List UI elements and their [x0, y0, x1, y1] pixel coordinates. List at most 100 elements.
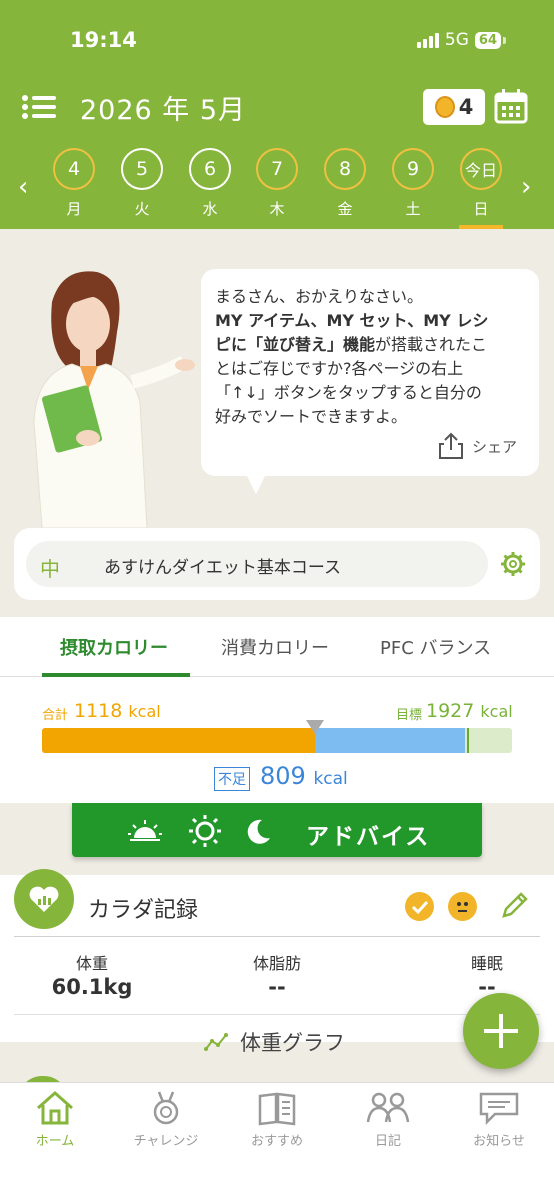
check-icon[interactable] — [405, 892, 434, 921]
tab-home-label: ホーム — [35, 1134, 75, 1149]
tab-pfc-balance[interactable]: PFC バランス — [380, 634, 491, 660]
month-title[interactable]: 2026 年 5月 — [80, 88, 246, 127]
shortage-unit: kcal — [313, 769, 348, 789]
advisor-line: とはご存じですか?各ページの右上 — [215, 359, 464, 378]
medal-icon — [434, 96, 455, 118]
tab-home[interactable]: ホーム — [0, 1090, 110, 1149]
current-marker-icon — [306, 720, 324, 734]
advice-label: アドバイス — [306, 824, 431, 850]
body-fat-label: 体脂肪 — [252, 954, 301, 973]
tab-intake-calories[interactable]: 摂取カロリー — [60, 634, 168, 660]
total-value: 1118 kcal — [74, 700, 161, 722]
home-icon — [37, 1090, 73, 1125]
tab-recommend[interactable]: おすすめ — [222, 1090, 332, 1149]
goal-number: 1927 — [426, 700, 475, 722]
prev-week-arrow-icon[interactable]: ‹ — [18, 172, 28, 202]
people-icon — [366, 1092, 410, 1123]
day-weekday: 火 — [134, 200, 150, 218]
line-graph-icon — [204, 1033, 228, 1051]
body-record-title: カラダ記録 — [88, 898, 199, 923]
day-weekday: 土 — [405, 200, 421, 218]
day-number: 今日 — [460, 148, 502, 190]
face-icon[interactable] — [448, 892, 477, 921]
bubble-tail — [244, 470, 268, 494]
plus-icon — [484, 1014, 518, 1048]
advisor-line-bold: MY アイテム、MY セット、MY レシ — [215, 311, 489, 330]
add-button[interactable] — [463, 993, 539, 1069]
day-item-4[interactable]: 4 月 — [50, 148, 98, 219]
medal-count: 4 — [458, 95, 474, 119]
signal-icon — [416, 32, 439, 48]
tab-notifications[interactable]: お知らせ — [444, 1090, 554, 1149]
advisor-line-bold: 「並び替え」 — [247, 335, 344, 354]
menu-icon[interactable] — [22, 95, 56, 119]
tab-diary[interactable]: 日記 — [333, 1090, 443, 1149]
day-number: 8 — [324, 148, 366, 190]
goal-label: 目標 — [396, 708, 423, 723]
tab-challenge[interactable]: チャレンジ — [111, 1090, 221, 1149]
advisor-character-illustration — [33, 271, 195, 528]
shortage-number: 809 — [260, 762, 306, 790]
body-record-badge — [14, 869, 74, 929]
tab-burned-calories[interactable]: 消費カロリー — [221, 634, 329, 660]
shortage-value: 809 kcal — [260, 762, 348, 790]
advisor-line: 「↑↓」ボタンをタップすると自分の — [215, 383, 482, 402]
active-tab-indicator — [42, 673, 190, 677]
total-label: 合計 — [42, 708, 69, 723]
moon-icon — [247, 819, 270, 844]
calorie-progress-bar — [42, 728, 512, 753]
goal-tick — [467, 728, 469, 753]
day-item-8[interactable]: 8 金 — [321, 148, 369, 219]
total-number: 1118 — [74, 700, 123, 722]
shortage-badge: 不足 — [214, 767, 250, 791]
day-item-6[interactable]: 6 水 — [186, 148, 234, 219]
weight-graph-link[interactable]: 体重グラフ — [204, 1027, 345, 1057]
pencil-icon[interactable] — [500, 890, 530, 920]
day-item-5[interactable]: 5 火 — [118, 148, 166, 219]
share-label: シェア — [472, 437, 518, 456]
day-number: 4 — [53, 148, 95, 190]
day-weekday: 木 — [269, 200, 285, 218]
network-type: 5G — [444, 30, 469, 50]
battery-tip — [503, 36, 506, 44]
gear-icon[interactable] — [500, 551, 526, 577]
status-time: 19:14 — [70, 28, 137, 52]
tab-challenge-label: チャレンジ — [133, 1134, 199, 1149]
advisor-line: 好みでソートできますよ。 — [215, 407, 408, 426]
course-label: あすけんダイエット基本コース — [104, 558, 341, 578]
day-item-9[interactable]: 9 土 — [389, 148, 437, 219]
tab-diary-label: 日記 — [374, 1134, 401, 1149]
day-number: 7 — [256, 148, 298, 190]
advisor-line-bold: ピに — [215, 335, 248, 354]
sleep-label: 睡眠 — [470, 954, 503, 973]
goal-value: 1927 kcal — [426, 700, 513, 722]
shortage-fill — [315, 728, 465, 753]
body-fat-value[interactable]: -- — [217, 975, 337, 999]
calendar-icon[interactable] — [494, 88, 528, 124]
share-button[interactable]: シェア — [438, 432, 517, 460]
day-weekday: 金 — [337, 200, 353, 218]
medal-count-button[interactable]: 4 — [423, 89, 485, 125]
goal-unit: kcal — [480, 702, 513, 721]
graph-divider — [14, 1014, 540, 1015]
day-item-today[interactable]: 今日 日 — [457, 148, 505, 219]
tab-notifications-label: お知らせ — [473, 1134, 525, 1149]
body-record-divider — [14, 936, 540, 937]
day-weekday: 月 — [66, 200, 82, 218]
advisor-line: が搭載されたこ — [375, 335, 488, 354]
advisor-line: まるさん、おかえりなさい。 — [215, 287, 424, 306]
next-week-arrow-icon[interactable]: › — [521, 172, 531, 202]
selected-day-indicator — [459, 225, 503, 229]
day-item-7[interactable]: 7 木 — [253, 148, 301, 219]
weight-graph-label: 体重グラフ — [240, 1031, 345, 1055]
battery-icon: 64 — [474, 31, 501, 49]
chat-icon — [479, 1092, 519, 1126]
day-weekday: 水 — [202, 200, 218, 218]
sun-icon — [189, 815, 221, 847]
day-number: 9 — [392, 148, 434, 190]
intake-fill — [42, 728, 315, 753]
weight-value[interactable]: 60.1kg — [32, 975, 152, 999]
share-icon — [439, 432, 463, 459]
day-number: 6 — [189, 148, 231, 190]
weight-label: 体重 — [75, 954, 108, 973]
